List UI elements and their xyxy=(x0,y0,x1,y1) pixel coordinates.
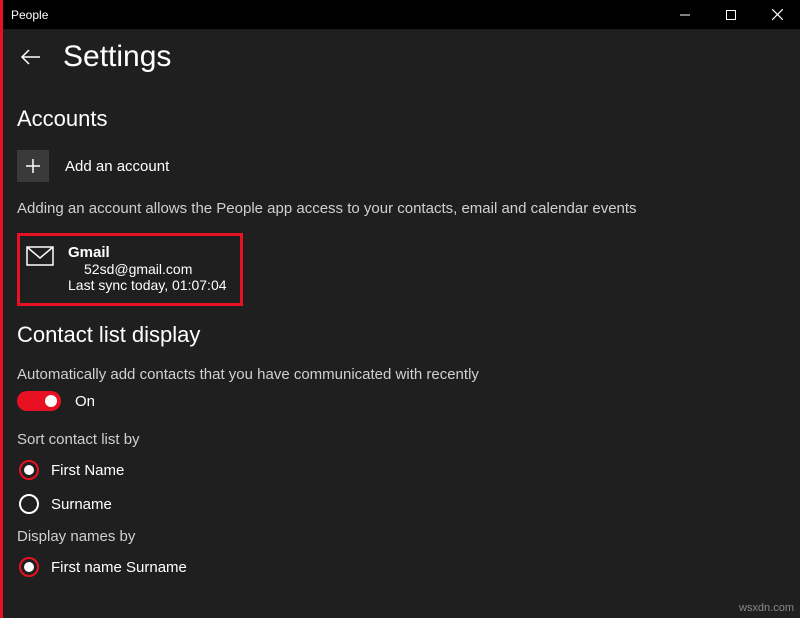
accounts-heading: Accounts xyxy=(17,106,786,132)
minimize-icon xyxy=(680,10,690,20)
radio-label: Surname xyxy=(51,496,112,513)
minimize-button[interactable] xyxy=(662,0,708,30)
accounts-description: Adding an account allows the People app … xyxy=(17,200,786,217)
radio-sort-firstname[interactable]: First Name xyxy=(19,460,786,480)
contact-display-section: Contact list display Automatically add c… xyxy=(3,322,800,577)
page-title: Settings xyxy=(63,40,171,74)
titlebar: People xyxy=(3,0,800,30)
account-name: Gmail xyxy=(68,244,227,261)
display-names-label: Display names by xyxy=(17,528,786,545)
radio-label: First name Surname xyxy=(51,559,187,576)
radio-display-first-surname[interactable]: First name Surname xyxy=(19,557,786,577)
account-item-gmail[interactable]: Gmail 52sd@gmail.com Last sync today, 01… xyxy=(17,233,243,306)
auto-add-toggle-row: On xyxy=(17,391,786,411)
back-arrow-icon xyxy=(20,49,42,65)
close-button[interactable] xyxy=(754,0,800,30)
window-controls xyxy=(662,0,800,30)
watermark: wsxdn.com xyxy=(739,602,794,614)
account-details: Gmail 52sd@gmail.com Last sync today, 01… xyxy=(68,244,227,293)
radio-icon xyxy=(19,557,39,577)
maximize-icon xyxy=(726,10,736,20)
toggle-knob xyxy=(45,395,57,407)
sort-by-label: Sort contact list by xyxy=(17,431,786,448)
contact-display-heading: Contact list display xyxy=(17,322,786,348)
radio-icon xyxy=(19,494,39,514)
content-area: Settings Accounts Add an account Adding … xyxy=(3,30,800,618)
radio-sort-surname[interactable]: Surname xyxy=(19,494,786,514)
window-title: People xyxy=(11,8,48,22)
radio-icon xyxy=(19,460,39,480)
header-row: Settings xyxy=(3,30,800,92)
back-button[interactable] xyxy=(17,43,45,71)
auto-add-label: Automatically add contacts that you have… xyxy=(17,366,786,383)
accounts-section: Accounts Add an account Adding an accoun… xyxy=(3,106,800,306)
toggle-state-label: On xyxy=(75,393,95,410)
add-account-button[interactable]: Add an account xyxy=(17,150,786,182)
account-sync-status: Last sync today, 01:07:04 xyxy=(68,277,227,293)
maximize-button[interactable] xyxy=(708,0,754,30)
plus-icon xyxy=(17,150,49,182)
auto-add-toggle[interactable] xyxy=(17,391,61,411)
mail-icon xyxy=(26,244,58,293)
close-icon xyxy=(772,9,783,20)
radio-label: First Name xyxy=(51,462,124,479)
add-account-label: Add an account xyxy=(65,158,169,175)
account-email: 52sd@gmail.com xyxy=(68,261,227,277)
